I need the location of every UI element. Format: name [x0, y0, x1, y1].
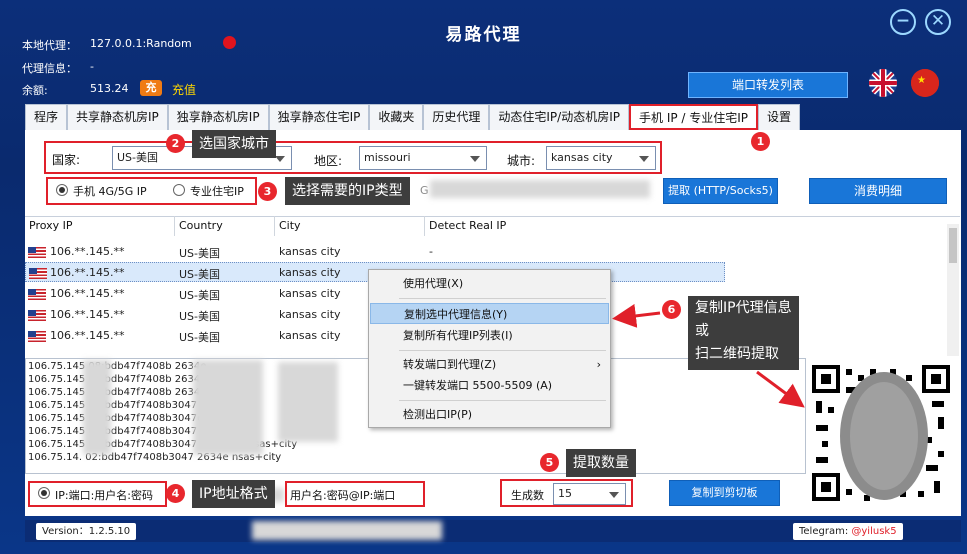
arrow-line [756, 370, 805, 408]
version-text: Version：1.2.5.10 [42, 526, 131, 537]
arrow-line [612, 303, 661, 328]
telegram-handle[interactable]: @yilusk5 [851, 526, 896, 537]
app-window: 易路代理 − ✕ 本地代理： 127.0.0.1:Random 代理信息： - … [0, 0, 967, 554]
telegram-label: Telegram: [799, 526, 849, 537]
version-pill: Version：1.2.5.10 [36, 523, 137, 540]
telegram-pill[interactable]: Telegram: @yilusk5 [793, 523, 903, 540]
blurred-region [252, 521, 442, 540]
annotation-arrows [612, 303, 805, 408]
